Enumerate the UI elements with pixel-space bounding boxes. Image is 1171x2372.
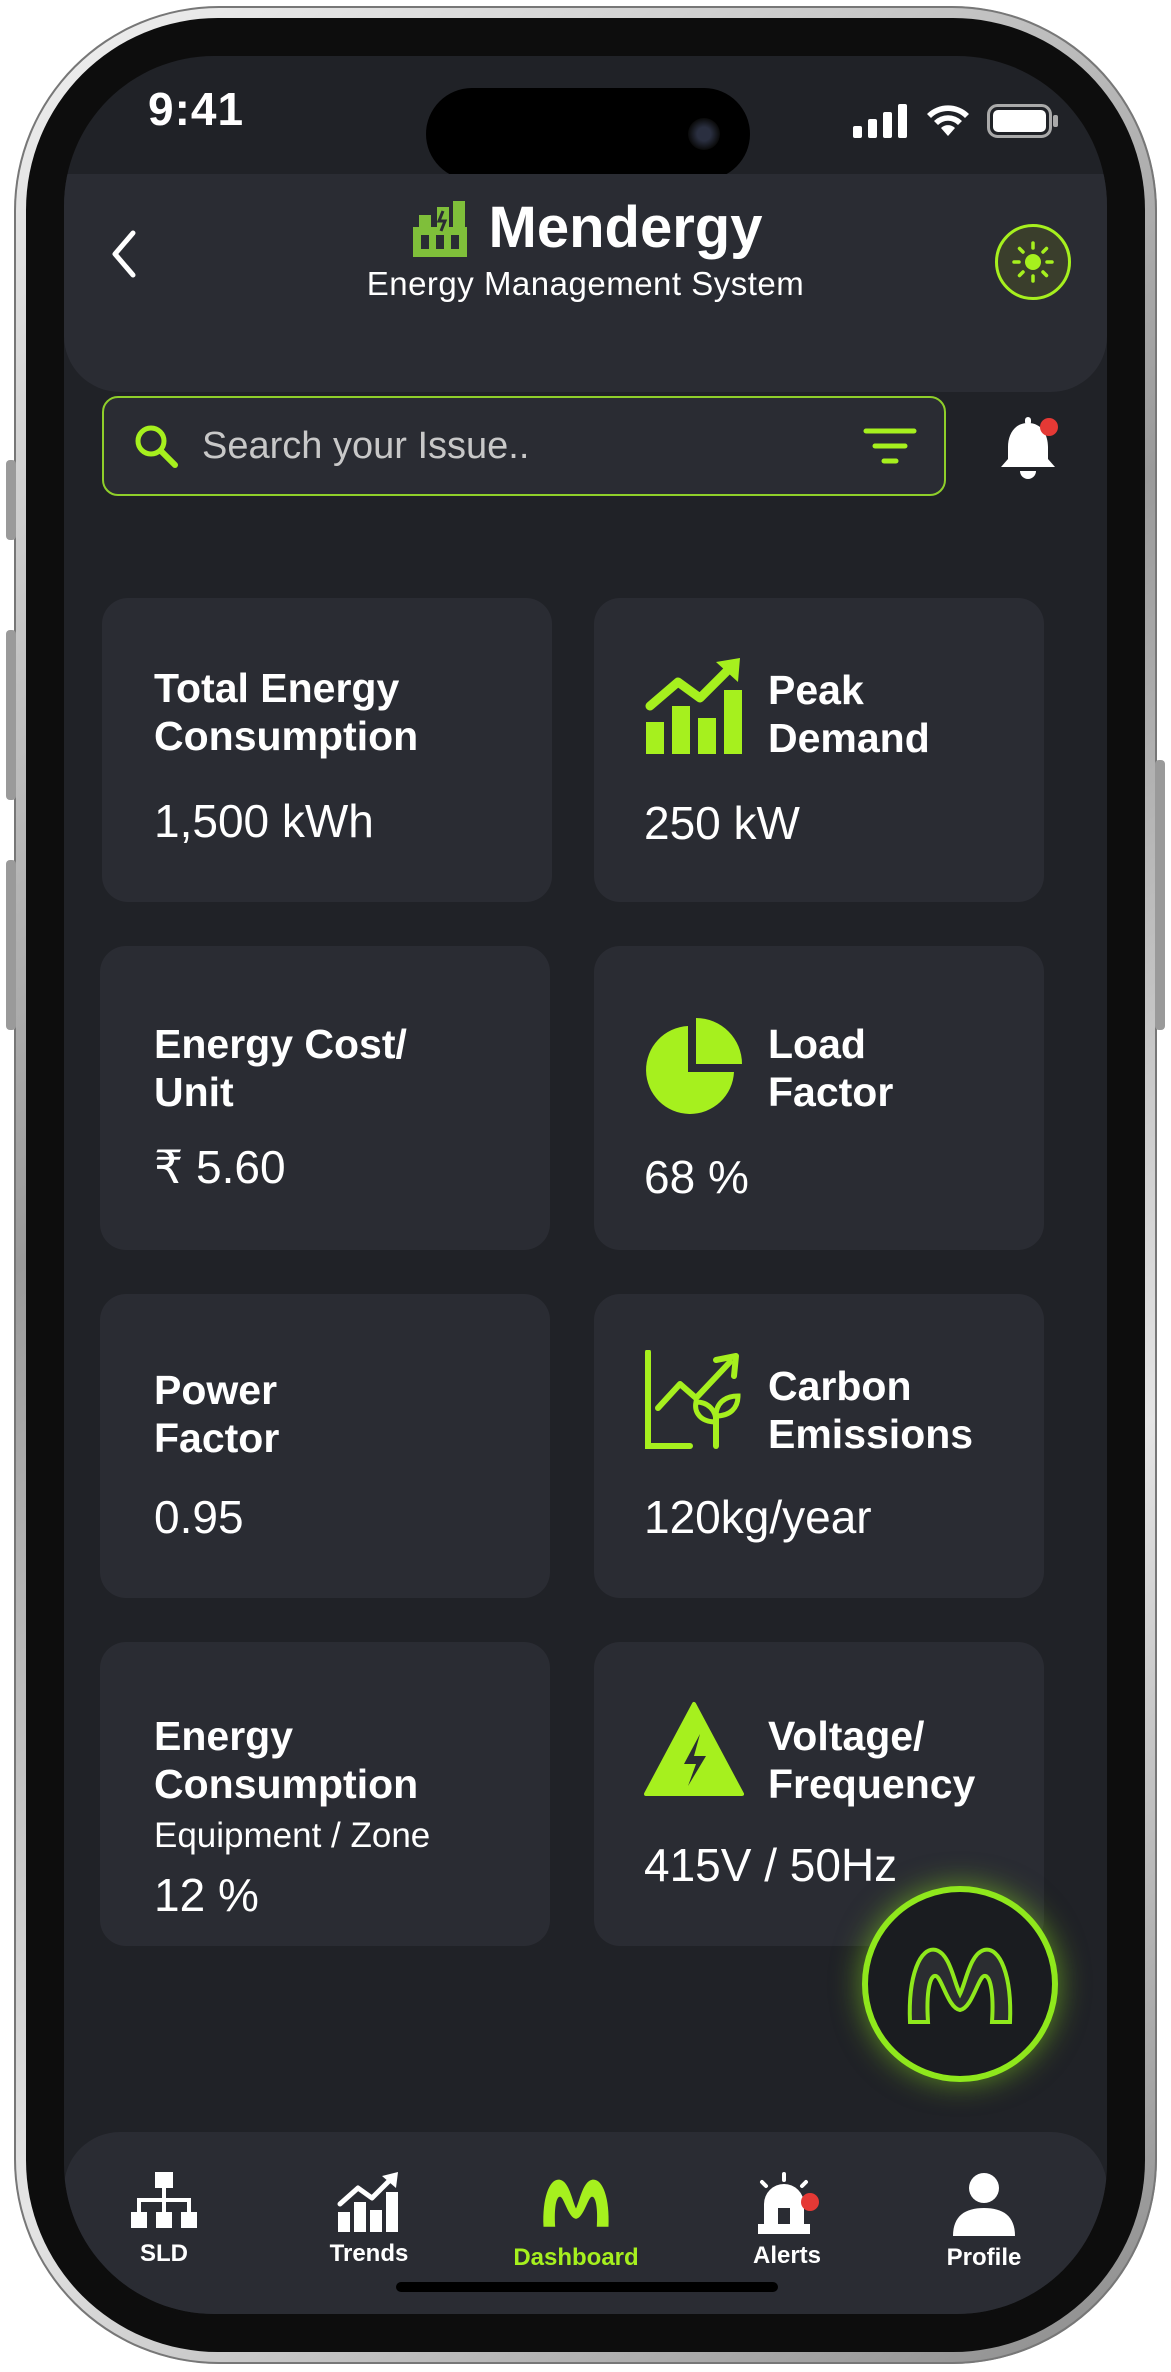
card-title: Total Energy Consumption — [154, 665, 419, 759]
card-value: 68 % — [644, 1151, 749, 1203]
assistant-fab-button[interactable] — [862, 1886, 1058, 2082]
nav-label: Trends — [329, 2240, 409, 2267]
pie-chart-icon — [646, 1018, 742, 1114]
search-input[interactable] — [200, 423, 862, 469]
card-total-energy-consumption[interactable]: Total Energy Consumption 1,500 kWh — [102, 598, 552, 902]
nav-label: Dashboard — [513, 2244, 639, 2271]
app-screen: 9:41 Mendergy Energy Management System S… — [64, 56, 1107, 2314]
filter-icon[interactable] — [862, 422, 918, 470]
status-time: 9:41 — [148, 83, 245, 135]
card-value: 120kg/year — [644, 1491, 872, 1543]
bell-icon — [1001, 417, 1058, 479]
theme-toggle-button[interactable] — [995, 224, 1071, 300]
card-value: 0.95 — [154, 1491, 244, 1543]
cellular-signal-icon — [853, 104, 907, 138]
card-title: Carbon Emissions — [768, 1363, 974, 1457]
status-icons — [853, 104, 1059, 138]
nav-item-alerts[interactable]: Alerts — [707, 2172, 867, 2270]
front-camera-icon — [688, 118, 720, 150]
nav-label: SLD — [140, 2240, 188, 2267]
factory-energy-icon — [412, 200, 467, 257]
siren-icon — [758, 2172, 819, 2234]
action-button — [6, 460, 16, 540]
card-value: 12 % — [154, 1869, 259, 1921]
card-value: 415V / 50Hz — [644, 1839, 898, 1891]
card-title: Peak Demand — [768, 667, 930, 761]
card-subtitle: Equipment / Zone — [154, 1816, 431, 1855]
notifications-button[interactable] — [994, 414, 1062, 486]
trend-chart-icon — [337, 2172, 398, 2232]
volume-up-button — [6, 630, 16, 800]
nav-label: Profile — [946, 2244, 1022, 2271]
app-header: Mendergy Energy Management System — [64, 174, 1107, 392]
card-power-factor[interactable]: Power Factor 0.95 — [100, 1294, 550, 1598]
bar-chart-trend-icon — [645, 658, 742, 754]
search-icon — [132, 422, 180, 470]
nav-item-trends[interactable]: Trends — [289, 2172, 449, 2268]
user-icon — [953, 2173, 1015, 2236]
chart-leaf-icon — [645, 1350, 741, 1449]
nav-item-sld[interactable]: SLD — [84, 2172, 244, 2268]
card-title: Voltage/ Frequency — [768, 1713, 976, 1807]
m-logo-icon — [543, 2179, 609, 2227]
high-voltage-icon — [644, 1702, 744, 1796]
nav-label: Alerts — [752, 2242, 822, 2269]
battery-icon — [987, 104, 1058, 138]
power-button — [1155, 760, 1165, 1030]
card-title: Load Factor — [768, 1021, 894, 1115]
dynamic-island — [426, 88, 750, 180]
wifi-icon — [927, 105, 969, 136]
card-peak-demand[interactable]: Peak Demand 250 kW — [594, 598, 1044, 902]
card-value: 1,500 kWh — [154, 795, 374, 847]
card-energy-consumption-zone[interactable]: Energy Consumption Equipment / Zone 12 % — [100, 1642, 550, 1946]
nav-item-dashboard[interactable]: Dashboard — [496, 2168, 656, 2272]
card-energy-cost-unit[interactable]: Energy Cost/ Unit ₹ 5.60 — [100, 946, 550, 1250]
card-title: Energy Cost/ Unit — [154, 1021, 407, 1115]
app-name: Mendergy — [488, 195, 763, 260]
search-box — [102, 396, 946, 496]
card-load-factor[interactable]: Load Factor 68 % — [594, 946, 1044, 1250]
card-title: Power Factor — [154, 1367, 280, 1461]
app-subtitle: Energy Management System — [366, 265, 805, 302]
card-carbon-emissions[interactable]: Carbon Emissions 120kg/year — [594, 1294, 1044, 1598]
card-value: ₹ 5.60 — [154, 1141, 286, 1193]
brand: Mendergy Energy Management System — [64, 194, 1107, 303]
m-logo-icon — [907, 1947, 1013, 2024]
home-indicator — [396, 2282, 778, 2292]
volume-down-button — [6, 860, 16, 1030]
sun-icon — [1012, 241, 1054, 283]
network-tree-icon — [131, 2172, 197, 2228]
card-title: Energy Consumption — [154, 1713, 419, 1807]
nav-item-profile[interactable]: Profile — [904, 2172, 1064, 2272]
card-value: 250 kW — [644, 797, 800, 849]
